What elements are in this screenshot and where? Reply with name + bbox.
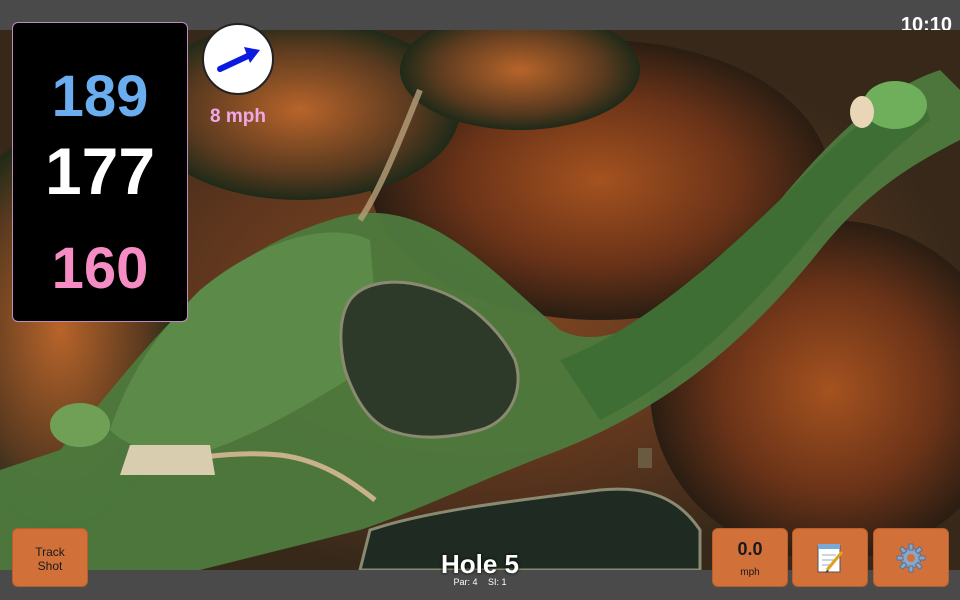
center-yardage: 177 <box>44 134 156 208</box>
gear-icon <box>896 543 926 572</box>
speed-button[interactable]: 0.0 mph <box>712 528 788 587</box>
hole-par: Par: 4 <box>453 577 478 587</box>
track-shot-label-line1: Track <box>35 545 65 559</box>
speed-unit: mph <box>740 567 760 578</box>
wind-direction-dial[interactable] <box>202 23 274 95</box>
front-yardage: 160 <box>51 236 149 301</box>
wind-speed-label: 8 mph <box>210 106 266 127</box>
back-yardage: 189 <box>51 64 149 129</box>
speed-value: 0.0 <box>737 539 763 559</box>
settings-button[interactable] <box>873 528 949 587</box>
notepad-icon <box>817 543 844 573</box>
yardage-panel: 189 177 160 <box>12 22 188 322</box>
hole-title: Hole 5 <box>440 549 520 579</box>
hole-stroke-index: SI: 1 <box>488 577 507 587</box>
hole-info: Par: 4 SI: 1 <box>380 577 580 587</box>
track-shot-button[interactable]: Track Shot <box>12 528 88 587</box>
arrow-northeast-icon <box>217 47 260 72</box>
track-shot-label-line2: Shot <box>37 559 63 573</box>
notes-button[interactable] <box>792 528 868 587</box>
